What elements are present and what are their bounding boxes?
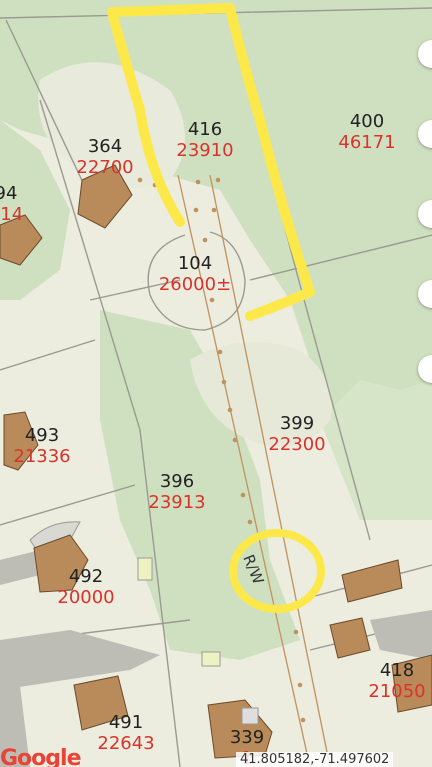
lot-area: 20000	[57, 586, 115, 608]
lot-number: 416	[187, 119, 223, 140]
small-shed	[201, 651, 221, 667]
lot-area: 26000±	[158, 273, 232, 295]
small-shed	[241, 707, 259, 725]
lot-number: 364	[87, 136, 123, 157]
map-logo: Google	[0, 746, 81, 767]
lot-number: 396	[159, 471, 195, 492]
small-shed	[137, 557, 153, 581]
lot-418-label[interactable]: 418 21050	[368, 660, 426, 702]
lot-416-label[interactable]: 416 23910	[176, 119, 234, 161]
lot-area: 23910	[176, 139, 234, 161]
lot-number: 339	[229, 727, 265, 748]
lot-104-label[interactable]: 104 26000±	[158, 253, 232, 295]
lot-area: 21050	[368, 680, 426, 702]
lot-number: 493	[24, 425, 60, 446]
lot-number: 492	[68, 566, 104, 587]
lot-492-label[interactable]: 492 20000	[57, 566, 115, 608]
lot-number: 400	[349, 111, 385, 132]
lot-area: 21336	[13, 445, 71, 467]
coordinates-readout: 41.805182,-71.497602	[236, 752, 394, 767]
lot-493-label[interactable]: 493 21336	[13, 425, 71, 467]
lot-number: 104	[177, 253, 213, 274]
lot-area: 46171	[338, 131, 396, 153]
lot-491-label[interactable]: 491 22643	[97, 712, 155, 754]
lot-number: 399	[279, 413, 315, 434]
lot-area: 23913	[148, 491, 206, 513]
lot-area: 22300	[268, 433, 326, 455]
lot-number: 491	[108, 712, 144, 733]
logo-text: Google	[0, 746, 81, 767]
lot-94-label[interactable]: 94 214	[0, 183, 24, 225]
lot-400-label[interactable]: 400 46171	[338, 111, 396, 153]
lot-number: 94	[0, 183, 18, 204]
parcel-map[interactable]: 364 22700 416 23910 400 46171 94 214 104…	[0, 0, 432, 767]
lot-number: 418	[379, 660, 415, 681]
lot-399-label[interactable]: 399 22300	[268, 413, 326, 455]
lot-396-label[interactable]: 396 23913	[148, 471, 206, 513]
lot-area: 22643	[97, 732, 155, 754]
lot-364-label[interactable]: 364 22700	[76, 136, 134, 178]
lot-area: 214	[0, 203, 24, 225]
lot-area: 22700	[76, 156, 134, 178]
